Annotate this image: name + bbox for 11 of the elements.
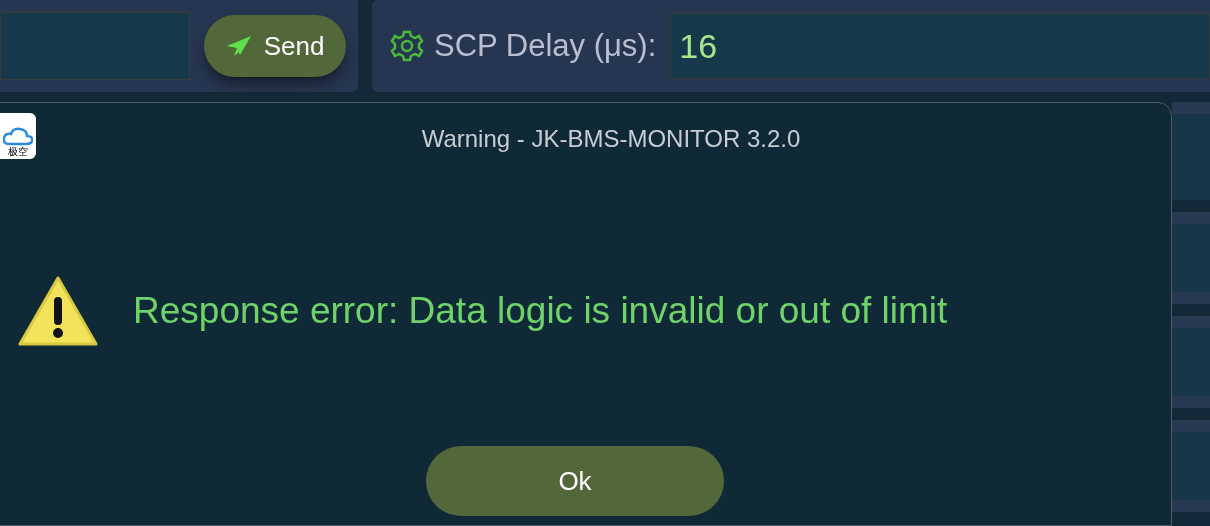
ok-button[interactable]: Ok — [426, 446, 724, 516]
send-button[interactable]: Send — [204, 15, 346, 77]
command-field[interactable] — [0, 12, 190, 80]
scp-delay-field[interactable]: 16 — [670, 13, 1210, 79]
warning-icon — [17, 275, 99, 347]
dialog-title: Warning - JK-BMS-MONITOR 3.2.0 — [420, 124, 802, 154]
paper-plane-icon — [225, 35, 252, 57]
gear-icon — [390, 29, 424, 63]
scp-delay-label: SCP Delay (μs): — [434, 26, 657, 65]
error-message: Response error: Data logic is invalid or out of limit — [133, 289, 948, 334]
app-icon: 极空 — [0, 113, 36, 159]
